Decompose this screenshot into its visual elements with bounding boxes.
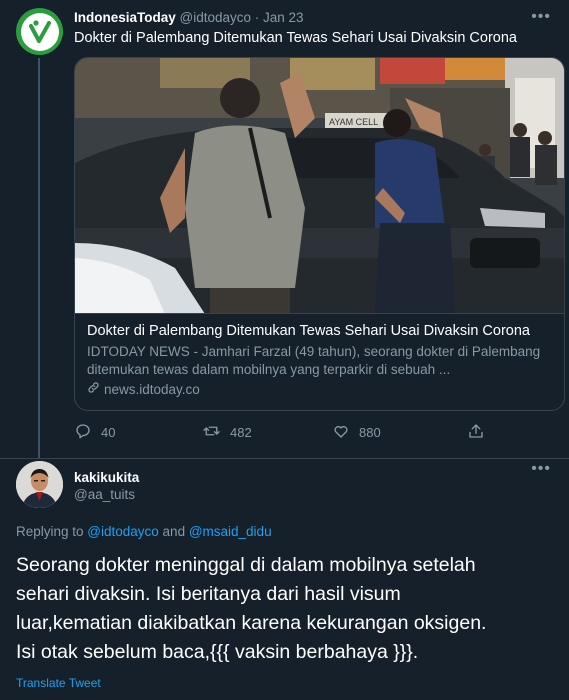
tweet-divider — [0, 458, 569, 459]
tweet2-text-line: luar,kematian diakibatkan karena kekuran… — [16, 612, 487, 634]
idtoday-logo-icon — [20, 12, 59, 51]
replying-to-line: Replying to @idtodayco and @msaid_didu — [16, 524, 272, 539]
link-preview-description: IDTODAY NEWS - Jamhari Farzal (49 tahun)… — [87, 344, 541, 377]
translate-tweet-link[interactable]: Translate Tweet — [16, 676, 101, 690]
link-preview-title: Dokter di Palembang Ditemukan Tewas Seha… — [87, 323, 530, 339]
share-button[interactable] — [467, 422, 485, 443]
indonesiatoday-avatar[interactable] — [16, 8, 63, 55]
tweet2-text-line: Isi otak sebelum baca,{{{ vaksin berbaha… — [16, 641, 419, 663]
tweet1-header: IndonesiaToday @idtodayco · Jan 23 — [74, 10, 304, 25]
tweet1-date[interactable]: Jan 23 — [263, 10, 304, 25]
tweet1-action-bar: 40 482 880 — [74, 422, 494, 444]
retweet-count: 482 — [230, 425, 252, 440]
like-button[interactable]: 880 — [332, 422, 381, 443]
tweet1-more-options-icon[interactable]: ••• — [531, 9, 551, 25]
tweet2-handle[interactable]: @aa_tuits — [74, 487, 135, 502]
tweet1-separator: · — [251, 10, 264, 25]
heart-icon — [332, 422, 350, 443]
retweet-icon — [202, 422, 221, 443]
kakikukita-avatar[interactable] — [16, 461, 63, 508]
retweet-button[interactable]: 482 — [202, 422, 252, 443]
reply-icon — [74, 422, 92, 443]
reply-button[interactable]: 40 — [74, 422, 115, 443]
mention-idtodayco[interactable]: @idtodayco — [87, 524, 159, 539]
tweet2-author-name[interactable]: kakikukita — [74, 470, 139, 485]
like-count: 880 — [359, 425, 381, 440]
replying-to-prefix: Replying to — [16, 524, 88, 539]
link-preview-image: AYAM CELL — [75, 58, 564, 314]
link-preview-domain: news.idtoday.co — [104, 381, 200, 397]
storefront-sign-text: AYAM CELL — [329, 117, 378, 127]
mention-msaid-didu[interactable]: @msaid_didu — [189, 524, 272, 539]
tweet2-text: Seorang dokter meninggal di dalam mobiln… — [16, 551, 561, 667]
link-icon — [87, 381, 100, 397]
tweet1-handle[interactable]: @idtodayco — [180, 10, 252, 25]
link-preview-card[interactable]: AYAM CELL Dokter di Palembang Ditemukan … — [74, 57, 565, 411]
tweet2-text-line: Seorang dokter meninggal di dalam mobiln… — [16, 554, 476, 576]
share-icon — [467, 422, 485, 443]
tweet2-text-line: sehari divaksin. Isi beritanya dari hasi… — [16, 583, 401, 605]
link-preview-domain-row: news.idtoday.co — [87, 381, 552, 397]
tweet1-text: Dokter di Palembang Ditemukan Tewas Seha… — [74, 30, 517, 46]
tweet1-author-name[interactable]: IndonesiaToday — [74, 10, 176, 25]
reply-count: 40 — [101, 425, 116, 440]
tweet2-more-options-icon[interactable]: ••• — [531, 461, 551, 477]
replying-and: and — [158, 524, 189, 539]
thread-connector-line — [38, 58, 40, 458]
